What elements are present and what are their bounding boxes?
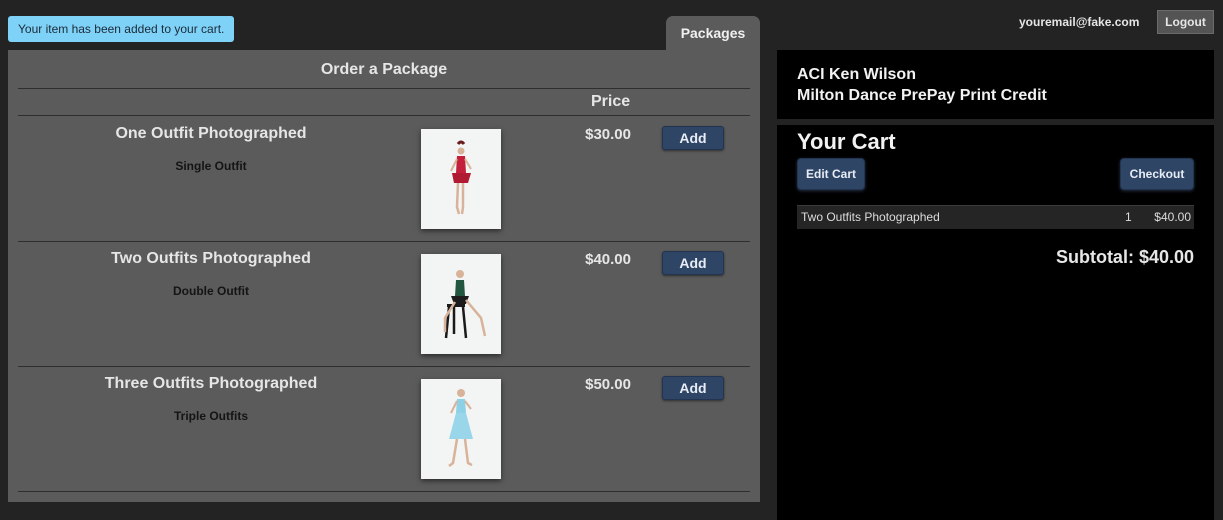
cart-item-name: Two Outfits Photographed — [801, 210, 940, 224]
cart-item-amount: $40.00 — [1154, 210, 1191, 224]
price-header-row: Price — [18, 89, 750, 116]
price-column-header: Price — [591, 93, 631, 110]
cart-subtotal: Subtotal: $40.00 — [1055, 247, 1194, 267]
add-button[interactable]: Add — [662, 126, 724, 150]
package-price: $50.00 — [585, 376, 631, 393]
dancer-photo-icon — [443, 270, 487, 339]
package-row: Three Outfits Photographed Triple Outfit… — [18, 367, 750, 492]
dancer-photo-icon — [450, 140, 472, 215]
package-row: One Outfit Photographed Single Outfit $3… — [18, 117, 750, 242]
package-name: One Outfit Photographed — [115, 125, 307, 142]
packages-panel: Order a Package Price One Outfit Photogr… — [8, 50, 760, 502]
package-photo[interactable] — [421, 129, 501, 229]
tab-packages[interactable]: Packages — [666, 16, 760, 50]
account-info: ACI Ken Wilson Milton Dance PrePay Print… — [777, 50, 1214, 119]
package-row: Two Outfits Photographed Double Outfit $… — [18, 242, 750, 367]
checkout-button[interactable]: Checkout — [1120, 158, 1194, 190]
add-button[interactable]: Add — [662, 251, 724, 275]
logout-button[interactable]: Logout — [1157, 10, 1214, 34]
cart-added-notification: Your item has been added to your cart. — [8, 16, 234, 42]
cart-panel: Your Cart Edit Cart Checkout Two Outfits… — [777, 125, 1214, 520]
add-button[interactable]: Add — [662, 376, 724, 400]
package-name: Two Outfits Photographed — [111, 250, 311, 267]
package-price: $40.00 — [585, 251, 631, 268]
package-photo[interactable] — [421, 379, 501, 479]
package-photo[interactable] — [421, 254, 501, 354]
cart-line-item: Two Outfits Photographed 1 $40.00 — [797, 205, 1194, 229]
user-email: youremail@fake.com — [1019, 15, 1140, 29]
package-description: Triple Outfits — [173, 409, 248, 423]
package-description: Single Outfit — [175, 159, 247, 173]
cart-title: Your Cart — [797, 129, 896, 154]
package-price: $30.00 — [585, 126, 631, 143]
edit-cart-button[interactable]: Edit Cart — [797, 158, 865, 190]
package-description: Double Outfit — [173, 284, 249, 298]
cart-item-quantity: 1 — [1125, 210, 1132, 224]
dancer-photo-icon — [448, 389, 473, 467]
account-program: Milton Dance PrePay Print Credit — [797, 87, 1047, 104]
account-name: ACI Ken Wilson — [797, 66, 916, 83]
package-name: Three Outfits Photographed — [104, 375, 318, 392]
packages-title: Order a Package — [18, 50, 750, 89]
